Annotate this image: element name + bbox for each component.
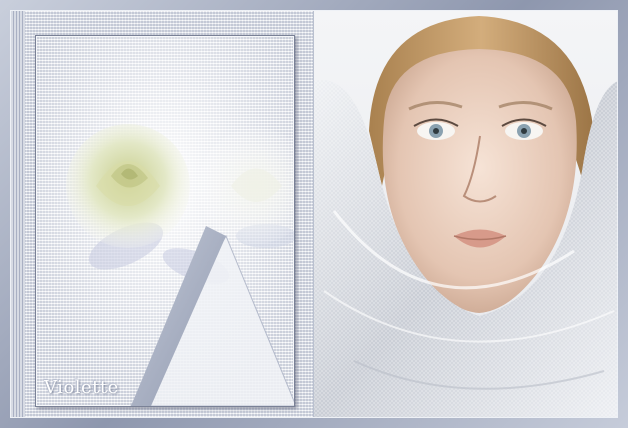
portrait-photo: [313, 11, 617, 417]
rose-artwork: [36, 36, 294, 406]
stripe-border: [11, 11, 25, 417]
outer-frame: Violette: [0, 0, 628, 428]
portrait-illustration: [314, 11, 617, 417]
textured-background-panel: Violette: [11, 11, 313, 417]
rose-card: Violette: [35, 35, 295, 407]
signature-text: Violette: [44, 377, 119, 398]
image-canvas: Violette: [10, 10, 618, 418]
